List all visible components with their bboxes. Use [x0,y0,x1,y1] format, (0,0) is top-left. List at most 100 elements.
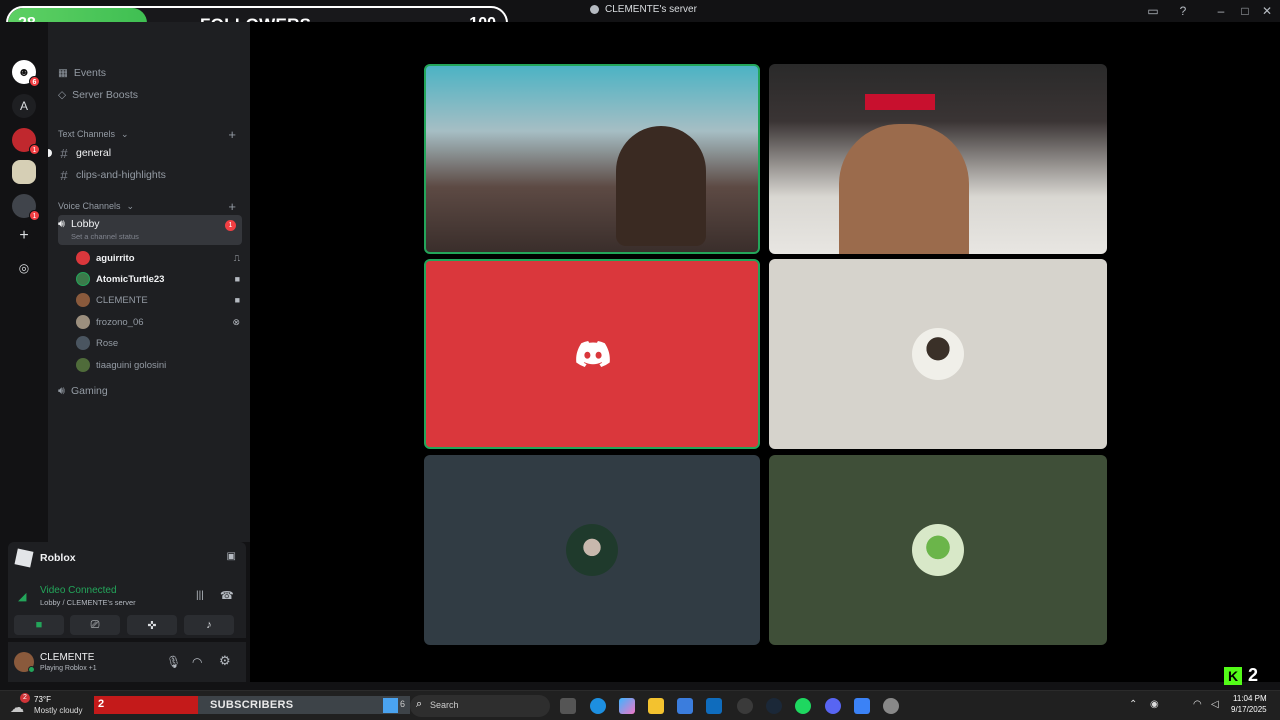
member-name: frozono_06 [96,316,144,328]
events-label: Events [73,67,107,79]
file-explorer-icon[interactable] [648,698,664,714]
voice-channels-category[interactable]: Voice Channels ⌄ + [58,196,242,216]
chevron-down-icon: ⌄ [126,200,135,211]
voice-status[interactable]: Video Connected [40,585,117,596]
voice-member[interactable]: Rose [76,333,242,353]
avatar [76,272,90,286]
weather-text: Mostly cloudy [34,706,83,715]
noise-suppression-icon[interactable]: ||| [196,590,204,601]
subscribers-goal-overlay: 2 SUBSCRIBERS [94,696,410,714]
app-icon[interactable] [883,698,899,714]
voice-location[interactable]: Lobby / CLEMENTE's server [40,598,136,607]
start-icon[interactable] [383,698,398,713]
app-icon[interactable] [854,698,870,714]
video-tile-avatar-3[interactable] [769,455,1107,645]
search-icon: ⌕ [416,698,423,710]
spotify-icon[interactable] [795,698,811,714]
voice-channel-gaming[interactable]: 🔊︎ Gaming [58,381,242,401]
server-boosts-item[interactable]: ◇ Server Boosts [58,85,242,105]
server-icon-active[interactable] [12,160,36,184]
discord-logo-icon [576,341,610,367]
participant-avatar [912,524,964,576]
disconnect-icon[interactable]: ☎ [220,589,234,602]
help-icon[interactable]: ? [1175,3,1191,19]
activities-button[interactable]: ✜ [127,615,177,635]
member-name: tiaaguini golosini [96,359,167,371]
microphone-icon[interactable]: 🎙︎ [166,655,181,669]
outlook-icon[interactable] [706,698,722,714]
voice-member[interactable]: CLEMENTE ■ [76,290,242,310]
add-channel-icon[interactable]: + [228,127,236,142]
screen-share-button[interactable]: ⎚ [70,615,120,635]
channel-clips-and-highlights[interactable]: # clips-and-highlights [58,165,242,185]
avatar [76,251,90,265]
edge-icon[interactable] [590,698,606,714]
online-status-dot [28,666,35,673]
windows-taskbar: ☁ 2 73°F Mostly cloudy 2 SUBSCRIBERS 6 ⌕… [0,690,1280,720]
chevron-up-icon[interactable]: ⌃ [1129,699,1137,710]
voice-channel-lobby[interactable]: 🔊︎ Lobby Set a channel status 1 [58,215,242,245]
channel-status-text[interactable]: Set a channel status [71,232,139,241]
server-icon-a[interactable]: A [12,94,36,118]
steam-icon[interactable] [766,698,782,714]
kick-viewer-count: 2 [1248,665,1259,685]
weather-badge: 2 [20,693,30,703]
clock-date[interactable]: 9/17/2025 [1231,705,1267,714]
mention-badge: 1 [225,220,236,231]
member-name: Rose [96,337,119,349]
video-tile-streamer-right[interactable] [769,64,1107,254]
taskbar-search[interactable]: ⌕ Search [410,695,550,717]
voice-member[interactable]: aguirrito ⎍ [76,248,242,268]
screen-share-icon[interactable]: ▣ [227,551,236,562]
store-icon[interactable] [677,698,693,714]
video-tile-avatar-1[interactable] [769,259,1107,449]
copilot-icon[interactable] [619,698,635,714]
chevron-down-icon: ⌄ [121,128,129,139]
server-letter: A [19,99,28,113]
roblox-icon [14,548,34,568]
server-icon-3[interactable]: 1 [12,194,40,221]
obs-icon[interactable] [737,698,753,714]
soundboard-button[interactable]: ♪ [184,615,234,635]
video-tile-discord[interactable] [424,259,760,449]
user-activity: Playing Roblox +1 [40,665,97,672]
discover-icon[interactable]: ◎ [12,256,36,280]
wifi-icon[interactable]: ◠ [1193,699,1202,710]
add-server-icon[interactable]: + [12,224,36,248]
minimize-icon[interactable]: – [1213,3,1229,19]
maximize-icon[interactable]: □ [1237,3,1253,19]
clock-time[interactable]: 11:04 PM [1233,694,1267,703]
username[interactable]: CLEMENTE [40,652,94,663]
activity-name: Roblox [40,552,76,564]
voice-member[interactable]: frozono_06 ⊗ [76,312,242,332]
activity-row[interactable]: Roblox [14,548,76,568]
unread-indicator [48,149,52,157]
events-item[interactable]: ▦ Events [58,63,242,83]
discord-taskbar-icon[interactable] [825,698,841,714]
server-icon-1[interactable]: ☻ 6 [12,60,40,87]
task-view-icon[interactable] [560,698,576,714]
channel-general[interactable]: # general [48,143,242,163]
voice-channel-label: Gaming [70,385,108,397]
video-icon: ■ [234,274,240,284]
settings-icon[interactable]: ⚙ [219,653,231,669]
window-title: CLEMENTE's server [590,4,697,15]
video-tile-avatar-2[interactable] [424,455,760,645]
search-placeholder: Search [430,700,459,710]
server-icon-red[interactable]: 1 [12,128,40,155]
tray-icon[interactable]: ◉ [1150,699,1159,710]
speaker-icon[interactable]: ◁ [1211,699,1219,710]
camera-button[interactable]: ■ [14,615,64,635]
voice-member[interactable]: AtomicTurtle23 ■ [76,269,242,289]
add-channel-icon[interactable]: + [228,199,236,214]
hash-icon: # [60,167,68,183]
voice-member[interactable]: tiaaguini golosini [76,355,242,375]
headphones-icon[interactable]: ◠ [192,655,202,669]
inbox-icon[interactable]: ▭ [1145,3,1161,19]
video-tile-streamer-left[interactable] [424,64,760,254]
text-channels-category[interactable]: Text Channels ⌄ + [58,124,242,144]
close-icon[interactable]: ✕ [1259,3,1275,19]
boost-icon: ◇ [58,89,67,101]
subscribers-label: SUBSCRIBERS [210,699,294,711]
signal-icon[interactable]: ◢ [18,590,26,603]
